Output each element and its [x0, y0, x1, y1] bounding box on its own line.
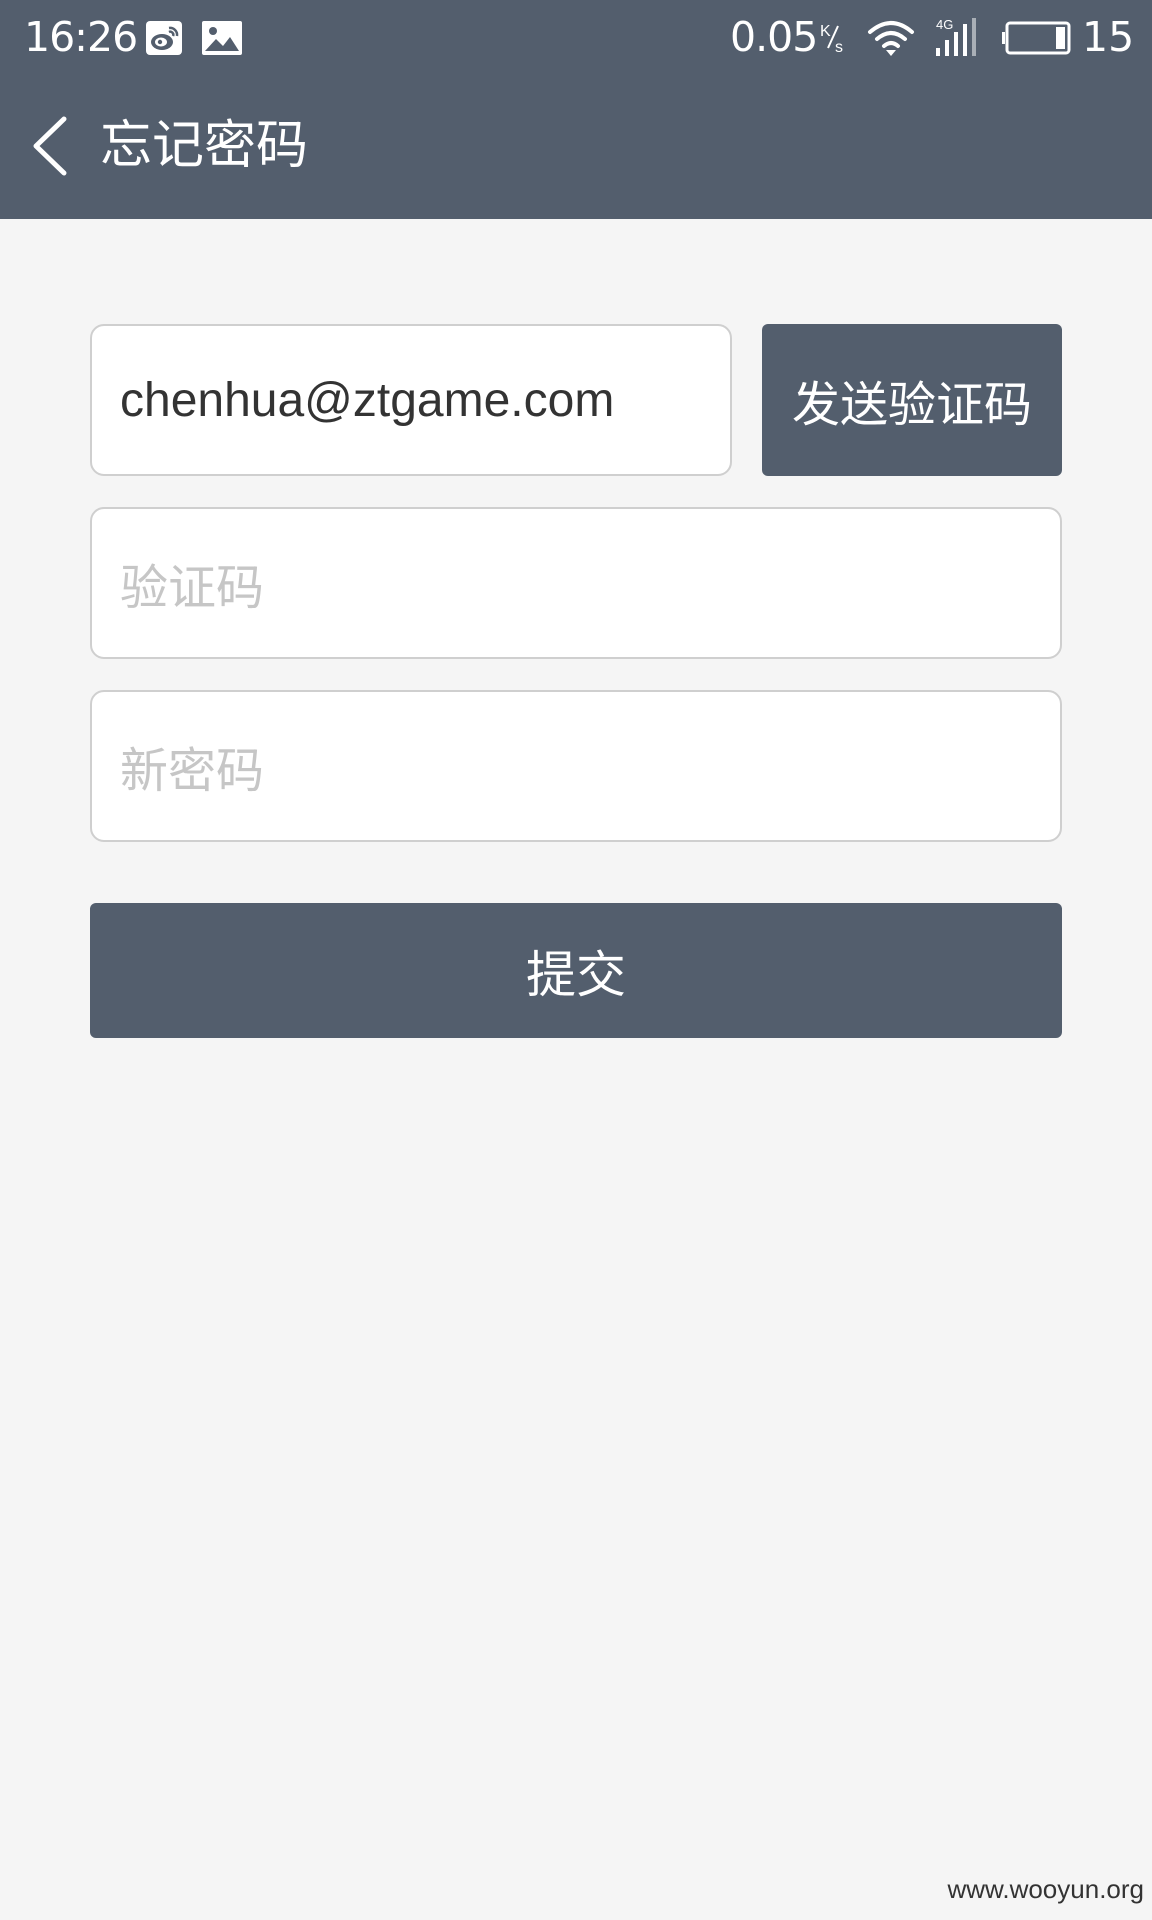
status-bar: 16:26 0.05 K s 4G 15 — [0, 0, 1152, 75]
gallery-icon — [202, 21, 242, 55]
battery-level: 15 — [1082, 13, 1135, 61]
verification-code-placeholder: 验证码 — [120, 562, 265, 615]
chevron-left-icon — [33, 116, 67, 176]
battery-icon — [1002, 21, 1071, 55]
weibo-icon — [146, 21, 182, 55]
svg-text:K: K — [820, 23, 831, 40]
wifi-icon — [868, 21, 914, 56]
email-input[interactable]: chenhua@ztgame.com — [90, 324, 732, 476]
signal-4g-icon: 4G — [936, 17, 976, 56]
submit-button[interactable]: 提交 — [90, 903, 1062, 1038]
status-time: 16:26 — [24, 13, 138, 61]
watermark: www.wooyun.org — [947, 1874, 1144, 1904]
page-title: 忘记密码 — [100, 116, 309, 176]
send-code-button[interactable]: 发送验证码 — [762, 324, 1062, 476]
verification-code-input[interactable]: 验证码 — [90, 507, 1062, 659]
email-value: chenhua@ztgame.com — [120, 373, 615, 427]
back-button[interactable] — [20, 110, 80, 182]
net-speed-unit: K s — [820, 23, 843, 56]
new-password-input[interactable]: 新密码 — [90, 690, 1062, 842]
svg-text:4G: 4G — [936, 17, 953, 32]
net-speed: 0.05 — [730, 13, 818, 61]
app-header: 16:26 0.05 K s 4G 15 忘记密码 — [0, 0, 1152, 219]
new-password-placeholder: 新密码 — [120, 745, 265, 798]
svg-text:s: s — [835, 39, 843, 56]
